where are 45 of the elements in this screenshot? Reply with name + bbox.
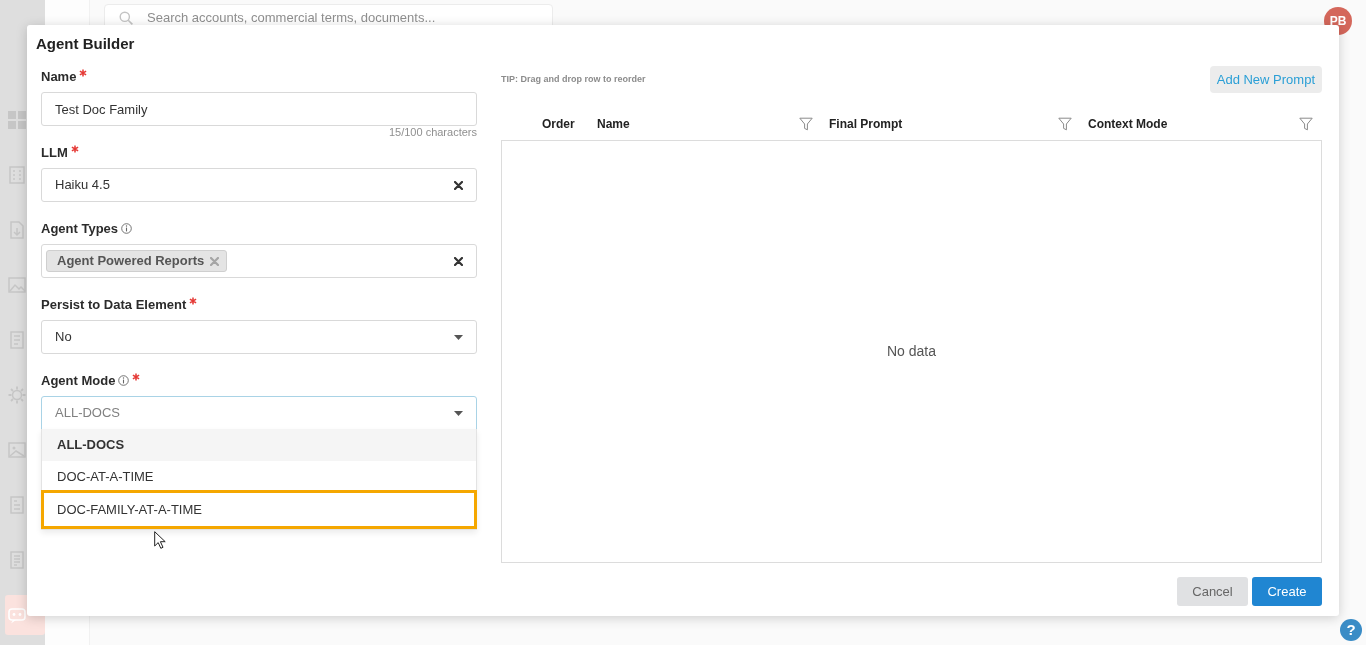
select-field[interactable]: Haiku 4.5 [41,168,477,202]
text-input[interactable]: Test Doc Family [41,92,477,126]
column-header: Name [597,115,630,133]
picture-icon[interactable] [8,441,26,459]
filter-icon[interactable] [799,116,813,131]
help-button[interactable]: ? [1340,619,1362,641]
gear-icon[interactable] [8,386,26,404]
grid-icon[interactable] [8,111,26,129]
document-icon[interactable] [8,221,26,239]
field-label: LLM [41,144,68,162]
field-label: Persist to Data Element [41,296,187,314]
empty-message: No data [886,342,936,361]
dropdown-option[interactable]: DOC-AT-A-TIME [42,461,476,493]
caret-icon[interactable] [454,410,463,416]
create-button[interactable]: Create [1252,577,1322,606]
column-header: Order [542,115,575,133]
cancel-button[interactable]: Cancel [1177,577,1248,606]
select-field[interactable]: No [41,320,477,354]
dropdown-option[interactable]: ALL-DOCS [42,429,476,461]
dialog-title: Agent Builder [36,34,136,54]
tip-text: TIP: Drag and drop row to reorder [501,72,646,86]
building-icon[interactable] [8,166,26,184]
filter-icon[interactable] [1299,116,1313,131]
field-label: Agent Mode [41,372,116,390]
document-icon[interactable] [8,496,26,514]
filter-icon[interactable] [1058,116,1072,131]
dropdown-option[interactable]: DOC-FAMILY-AT-A-TIME [41,490,477,529]
character-count: 15/100 characters [388,126,477,138]
caret-icon[interactable] [454,334,463,340]
info-icon[interactable] [118,375,130,386]
picture-icon[interactable] [8,276,26,294]
search-icon [119,11,133,25]
column-header: Final Prompt [829,115,903,133]
tag-chip[interactable]: Agent Powered Reports [46,250,228,272]
info-icon[interactable] [121,223,133,234]
field-label: Agent Types [41,220,119,238]
clear-icon[interactable] [454,256,463,266]
column-header: Context Mode [1088,115,1168,133]
clear-icon[interactable] [454,180,463,190]
chat-bot-icon[interactable] [8,606,26,624]
field-label: Name [41,68,77,86]
document-icon[interactable] [8,551,26,569]
document-icon[interactable] [8,331,26,349]
remove-icon[interactable] [210,256,220,266]
multi-select-field[interactable]: Agent Powered Reports [41,244,477,278]
